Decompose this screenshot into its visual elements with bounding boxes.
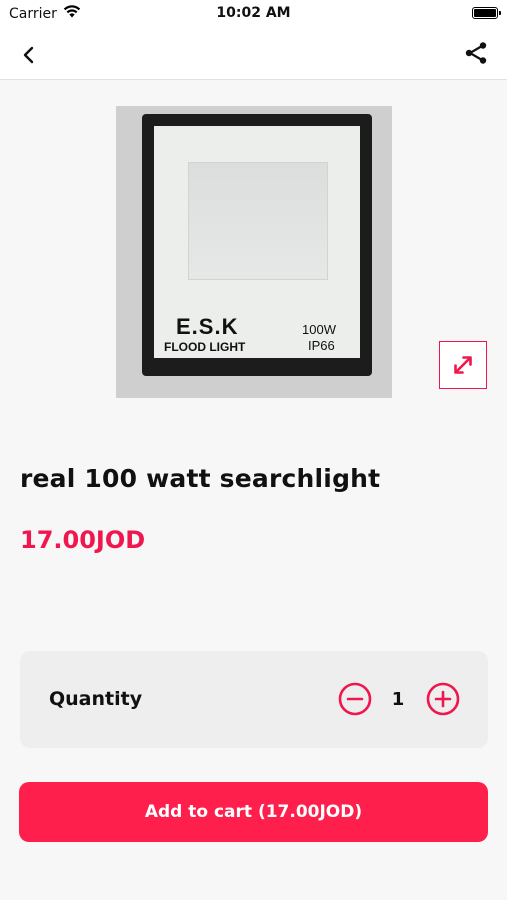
quantity-increment-button[interactable] bbox=[426, 682, 460, 716]
plus-circle-icon bbox=[426, 682, 460, 716]
add-to-cart-label: Add to cart (17.00JOD) bbox=[144, 802, 363, 822]
product-brand-text: E.S.K bbox=[176, 314, 239, 339]
status-bar: Carrier 10:02 AM bbox=[0, 0, 507, 28]
battery-icon bbox=[472, 7, 501, 19]
expand-arrows-icon bbox=[454, 356, 472, 374]
product-rating-text: IP66 bbox=[308, 338, 335, 353]
floodlight-frame: E.S.K FLOOD LIGHT 100W IP66 bbox=[142, 114, 372, 376]
status-time: 10:02 AM bbox=[216, 5, 291, 21]
product-subtitle-text: FLOOD LIGHT bbox=[164, 340, 246, 354]
product-price: 17.00JOD bbox=[20, 526, 146, 554]
share-button[interactable] bbox=[461, 38, 491, 68]
quantity-card: Quantity 1 bbox=[20, 651, 488, 748]
chevron-left-icon bbox=[23, 46, 34, 64]
share-icon bbox=[465, 42, 487, 64]
expand-image-button[interactable] bbox=[439, 341, 487, 389]
minus-circle-icon bbox=[338, 682, 372, 716]
back-button[interactable] bbox=[14, 40, 44, 70]
floodlight-face: E.S.K FLOOD LIGHT 100W IP66 bbox=[154, 126, 360, 358]
quantity-decrement-button[interactable] bbox=[338, 682, 372, 716]
product-title: real 100 watt searchlight bbox=[20, 464, 381, 493]
product-wattage-text: 100W bbox=[302, 322, 336, 337]
add-to-cart-button[interactable]: Add to cart (17.00JOD) bbox=[19, 782, 488, 842]
navigation-bar bbox=[0, 28, 507, 80]
quantity-value: 1 bbox=[391, 689, 405, 710]
quantity-label: Quantity bbox=[49, 688, 143, 710]
floodlight-led-panel bbox=[188, 162, 328, 280]
product-image[interactable]: E.S.K FLOOD LIGHT 100W IP66 bbox=[116, 106, 392, 398]
